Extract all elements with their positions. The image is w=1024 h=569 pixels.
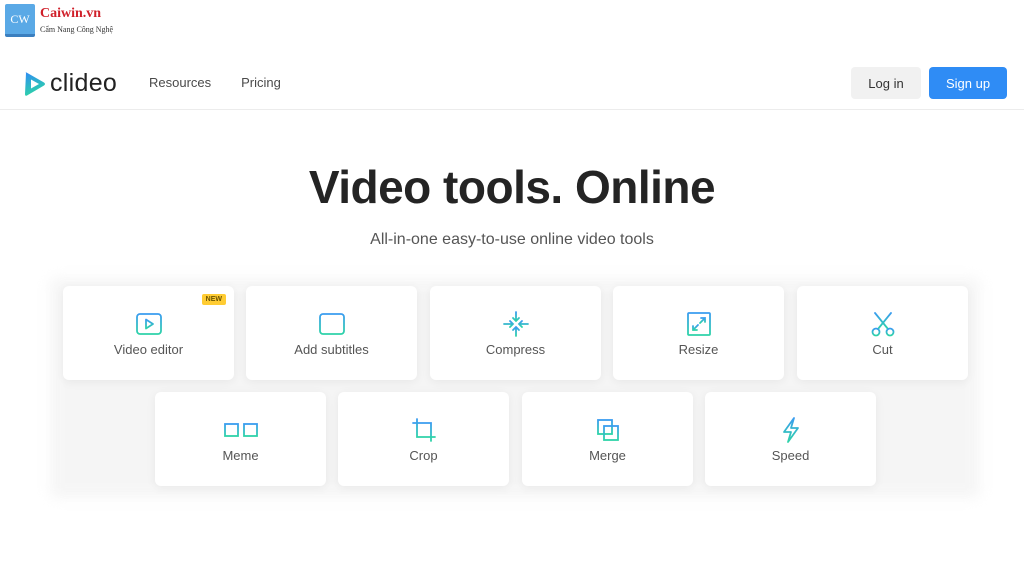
- watermark-title: Caiwin.vn: [40, 6, 102, 21]
- tool-card-compress[interactable]: Compress: [430, 286, 601, 380]
- tool-label: Merge: [589, 447, 626, 463]
- new-badge: NEW: [201, 294, 226, 305]
- compress-icon: [502, 310, 530, 338]
- page-title: Video tools. Online: [308, 161, 716, 213]
- signup-button[interactable]: Sign up: [929, 67, 1007, 99]
- tool-card-video-editor[interactable]: NEW Video editor: [63, 286, 234, 380]
- crop-icon: [410, 416, 438, 444]
- glasses-icon: [220, 416, 262, 444]
- merge-icon: [594, 416, 622, 444]
- tool-label: Crop: [409, 447, 438, 463]
- tool-label: Video editor: [113, 341, 184, 357]
- tool-card-speed[interactable]: Speed: [705, 392, 876, 486]
- tool-label: Compress: [485, 341, 546, 357]
- nav-resources[interactable]: Resources: [149, 75, 211, 90]
- brand-name: clideo: [50, 69, 118, 97]
- watermark: CW Caiwin.vn Cẩm Nang Công Nghệ: [5, 4, 113, 37]
- watermark-subtitle: Cẩm Nang Công Nghệ: [40, 25, 114, 34]
- tool-card-merge[interactable]: Merge: [522, 392, 693, 486]
- tool-label: Resize: [678, 341, 719, 357]
- tool-label: Cut: [872, 341, 893, 357]
- tool-label: Add subtitles: [294, 341, 369, 357]
- tool-card-resize[interactable]: Resize: [613, 286, 784, 380]
- login-button[interactable]: Log in: [851, 67, 921, 99]
- lightning-icon: [777, 416, 805, 444]
- tool-card-add-subtitles[interactable]: Add subtitles: [246, 286, 417, 380]
- tool-label: Speed: [771, 447, 810, 463]
- main-nav: Resources Pricing: [149, 75, 281, 90]
- nav-pricing[interactable]: Pricing: [241, 75, 281, 90]
- scissors-icon: [869, 310, 897, 338]
- tool-label: Meme: [222, 447, 259, 463]
- tool-card-meme[interactable]: Meme: [155, 392, 326, 486]
- page-subtitle: All-in-one easy-to-use online video tool…: [370, 231, 654, 248]
- subtitles-icon: [318, 310, 346, 338]
- brand-logo[interactable]: clideo: [24, 69, 117, 98]
- video-editor-icon: [135, 310, 163, 338]
- tool-card-cut[interactable]: Cut: [797, 286, 968, 380]
- resize-icon: [685, 310, 713, 338]
- clideo-play-icon: [25, 71, 45, 96]
- tool-card-crop[interactable]: Crop: [338, 392, 509, 486]
- watermark-logo: CW: [5, 4, 35, 37]
- site-header: clideo Resources Pricing Log in Sign up: [0, 55, 1024, 110]
